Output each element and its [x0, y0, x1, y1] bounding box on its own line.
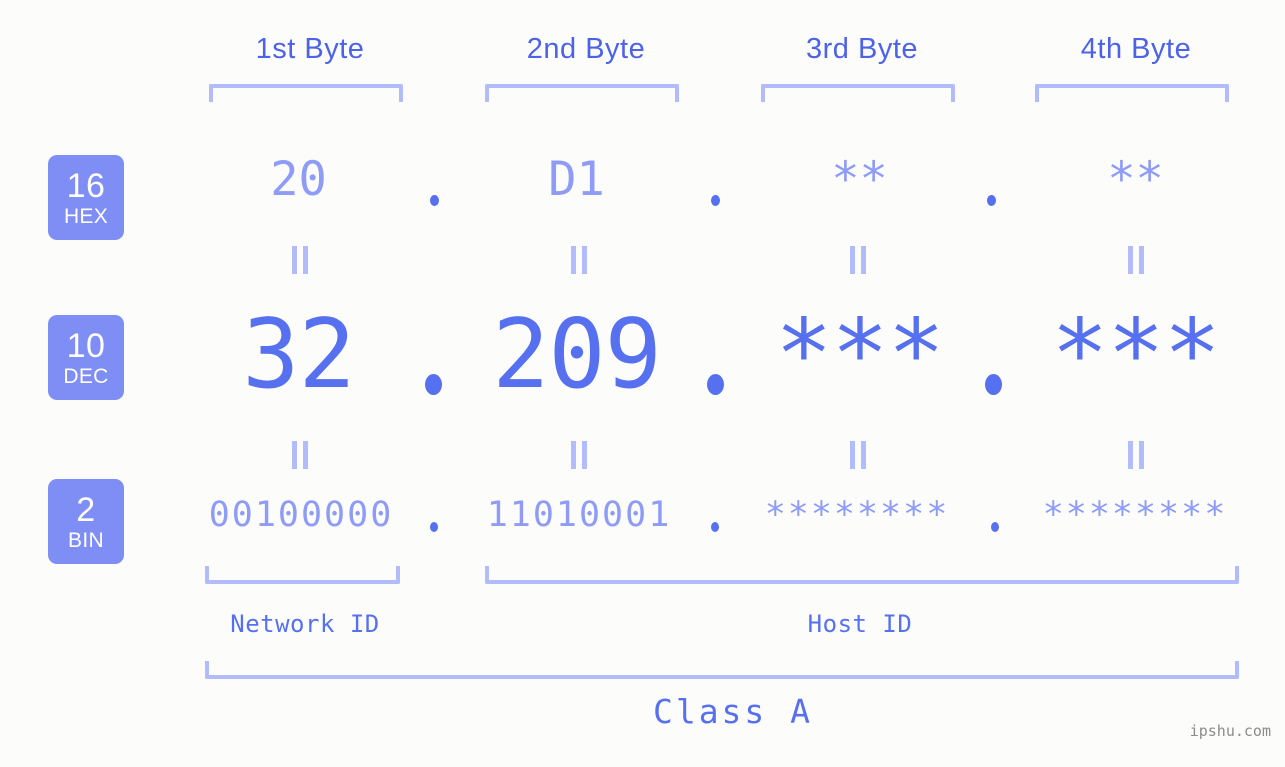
dec-separator-dot-3 [985, 374, 1002, 395]
bin-separator-dot-3 [991, 522, 999, 532]
hex-byte-3-value: ** [831, 152, 888, 207]
hex-byte-4-value: ** [1107, 152, 1164, 207]
bin-byte-2-value: 11010001 [486, 495, 672, 535]
bin-byte-4-value: ******** [1042, 495, 1228, 535]
equals-mark-hex-dec-2 [570, 246, 589, 274]
byte-bracket-top-3 [761, 84, 955, 102]
bin-byte-1-value: 00100000 [208, 495, 394, 535]
equals-mark-dec-bin-1 [291, 441, 310, 469]
dec-byte-1-value: 32 [242, 300, 355, 410]
byte-header-3: 3rd Byte [806, 33, 918, 65]
radix-badge-dec: 10 DEC [48, 315, 124, 400]
dec-separator-dot-1 [425, 374, 442, 395]
hex-separator-dot-1 [430, 195, 439, 206]
byte-bracket-top-2 [485, 84, 679, 102]
equals-mark-dec-bin-3 [849, 441, 868, 469]
class-label: Class A [652, 692, 814, 731]
bin-separator-dot-1 [430, 522, 438, 532]
site-watermark: ipshu.com [1189, 722, 1271, 740]
byte-header-4: 4th Byte [1080, 33, 1192, 65]
radix-badge-hex: 16 HEX [48, 155, 124, 240]
radix-badge-bin: 2 BIN [48, 479, 124, 564]
radix-badge-dec-number: 10 [66, 326, 106, 365]
radix-badge-hex-number: 16 [66, 166, 106, 205]
byte-header-2: 2nd Byte [526, 33, 646, 65]
radix-badge-hex-system: HEX [63, 204, 109, 228]
equals-mark-hex-dec-3 [849, 246, 868, 274]
host-id-label: Host ID [807, 610, 913, 638]
hex-separator-dot-2 [711, 195, 720, 206]
radix-badge-bin-number: 2 [76, 490, 96, 529]
radix-badge-dec-system: DEC [63, 364, 109, 388]
hex-byte-2-value: D1 [548, 152, 605, 207]
dec-byte-2-value: 209 [492, 300, 662, 410]
byte-bracket-top-1 [209, 84, 403, 102]
dec-byte-4-value: *** [1051, 300, 1221, 410]
radix-badge-bin-system: BIN [68, 528, 104, 552]
host-id-bracket [485, 566, 1239, 584]
network-id-label: Network ID [230, 610, 380, 638]
equals-mark-dec-bin-4 [1127, 441, 1146, 469]
equals-mark-hex-dec-4 [1127, 246, 1146, 274]
network-id-bracket [205, 566, 400, 584]
dec-byte-3-value: *** [775, 300, 945, 410]
hex-byte-1-value: 20 [270, 152, 327, 207]
byte-bracket-top-4 [1035, 84, 1229, 102]
ip-address-breakdown-diagram: 1st Byte 2nd Byte 3rd Byte 4th Byte 16 H… [0, 0, 1285, 767]
equals-mark-hex-dec-1 [291, 246, 310, 274]
dec-separator-dot-2 [707, 374, 724, 395]
equals-mark-dec-bin-2 [570, 441, 589, 469]
byte-header-1: 1st Byte [255, 33, 365, 65]
hex-separator-dot-3 [987, 195, 996, 206]
class-bracket [205, 661, 1239, 679]
bin-byte-3-value: ******** [764, 495, 950, 535]
bin-separator-dot-2 [711, 522, 719, 532]
